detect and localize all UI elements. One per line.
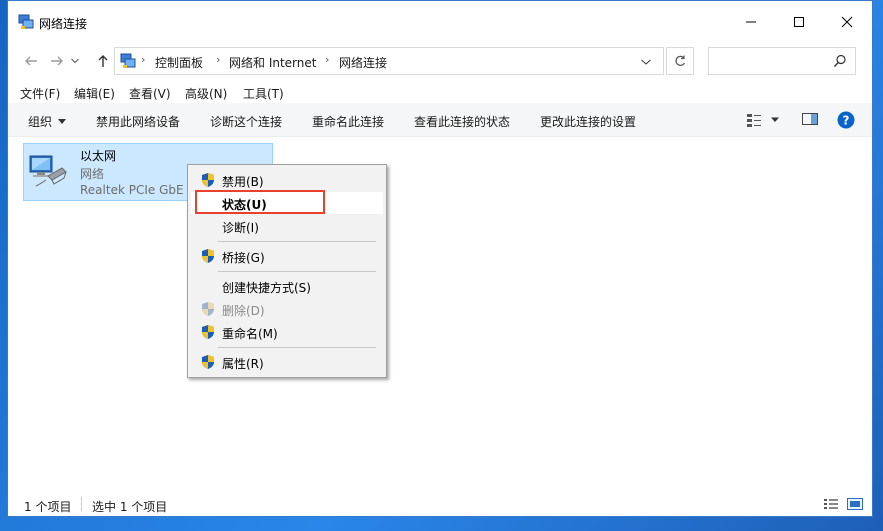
breadcrumb-network-connections[interactable]: 网络连接 [339,54,387,71]
context-menu-bridge[interactable]: 桥接(G) [191,245,383,267]
refresh-icon [675,55,686,66]
uac-shield-icon [202,249,214,263]
menu-view[interactable]: 查看(V) [129,85,171,102]
items-view: 以太网 网络 Realtek PCIe GbE F [8,137,872,489]
context-menu-disable[interactable]: 禁用(B) [191,169,383,191]
menu-file[interactable]: 文件(F) [20,85,60,102]
explorer-window: 网络连接 › 控制面板 › 网络和 Internet › 网络连接 文件(F) … [7,0,873,517]
menu-separator [218,241,376,242]
context-menu-create-shortcut[interactable]: 创建快捷方式(S) [191,275,383,297]
minimize-icon [746,21,756,23]
network-connections-icon [18,14,34,29]
close-button[interactable] [824,1,870,43]
connection-type: 网络 [80,167,105,181]
back-button[interactable] [20,51,42,71]
breadcrumb-control-panel[interactable]: 控制面板 [155,54,203,71]
breadcrumb-separator-icon: › [141,53,146,66]
context-menu-delete: 删除(D) [191,298,383,320]
disable-device-button[interactable]: 禁用此网络设备 [96,113,180,130]
change-settings-button[interactable]: 更改此连接的设置 [540,113,636,130]
preview-pane-icon[interactable] [802,112,818,126]
context-menu-rename[interactable]: 重命名(M) [191,321,383,343]
context-menu-rename-label: 重命名(M) [222,327,278,341]
navigation-bar: › 控制面板 › 网络和 Internet › 网络连接 [8,43,872,79]
menu-separator [218,271,376,272]
diagnose-connection-button[interactable]: 诊断这个连接 [210,113,282,130]
forward-arrow-icon [51,56,63,66]
organize-button[interactable]: 组织 [28,113,67,130]
breadcrumb-network-internet[interactable]: 网络和 Internet [229,54,316,71]
search-input[interactable] [713,52,823,70]
svg-text:?: ? [843,114,850,128]
view-options-chevron-down-icon[interactable] [770,117,780,123]
chevron-down-icon [58,119,67,124]
breadcrumb-separator-icon: › [325,53,330,66]
title-bar: 网络连接 [8,1,872,43]
up-arrow-icon [98,55,108,67]
forward-button[interactable] [46,51,68,71]
up-button[interactable] [92,51,114,71]
context-menu-diagnose-label: 诊断(I) [222,221,259,235]
search-box[interactable] [708,47,856,75]
status-bar: 1 个项目 选中 1 个项目 [8,491,872,517]
menu-bar: 文件(F) 编辑(E) 查看(V) 高级(N) 工具(T) [8,83,872,103]
search-icon[interactable] [833,54,847,68]
large-icons-view-icon[interactable] [847,497,863,511]
context-menu-properties[interactable]: 属性(R) [191,351,383,373]
uac-shield-icon [202,325,214,339]
status-divider [81,497,82,511]
window-title: 网络连接 [39,17,88,31]
address-dropdown-button[interactable] [635,52,657,72]
uac-shield-icon [202,355,214,369]
back-arrow-icon [25,56,37,66]
control-panel-icon [120,53,136,68]
chevron-down-icon [71,58,79,64]
selected-count: 选中 1 个项目 [92,500,168,514]
highlight-annotation-box [195,190,325,214]
context-menu-disable-label: 禁用(B) [222,175,264,189]
close-icon [841,16,853,28]
context-menu-diagnose[interactable]: 诊断(I) [191,215,383,237]
uac-shield-icon [202,302,214,316]
address-bar[interactable]: › 控制面板 › 网络和 Internet › 网络连接 [114,47,664,75]
connection-device: Realtek PCIe GbE F [80,183,188,197]
view-status-button[interactable]: 查看此连接的状态 [414,113,510,130]
recent-locations-button[interactable] [68,51,82,71]
menu-edit[interactable]: 编辑(E) [74,85,115,102]
menu-advanced[interactable]: 高级(N) [185,85,227,102]
ethernet-adapter-icon [29,155,67,187]
chevron-down-icon [641,59,651,65]
context-menu: 禁用(B) 状态(U) 诊断(I) 桥接(G) 创建快捷方式(S) 删除(D) … [187,164,387,378]
command-bar: 组织 禁用此网络设备 诊断这个连接 重命名此连接 查看此连接的状态 更改此连接的… [8,103,872,137]
refresh-button[interactable] [666,47,694,75]
details-view-icon[interactable] [823,497,839,511]
menu-separator [218,347,376,348]
context-menu-create-shortcut-label: 创建快捷方式(S) [222,281,311,295]
context-menu-properties-label: 属性(R) [222,357,264,371]
maximize-button[interactable] [776,1,822,43]
item-count: 1 个项目 [24,500,72,514]
rename-connection-button[interactable]: 重命名此连接 [312,113,384,130]
connection-name: 以太网 [80,149,117,163]
organize-label: 组织 [28,115,53,129]
context-menu-bridge-label: 桥接(G) [222,251,265,265]
context-menu-delete-label: 删除(D) [222,304,265,318]
breadcrumb-separator-icon: › [216,53,221,66]
menu-tools[interactable]: 工具(T) [243,85,284,102]
help-icon[interactable]: ? [837,111,855,129]
maximize-icon [794,17,804,27]
uac-shield-icon [202,173,214,187]
minimize-button[interactable] [728,1,774,43]
change-view-icon[interactable] [746,112,762,128]
